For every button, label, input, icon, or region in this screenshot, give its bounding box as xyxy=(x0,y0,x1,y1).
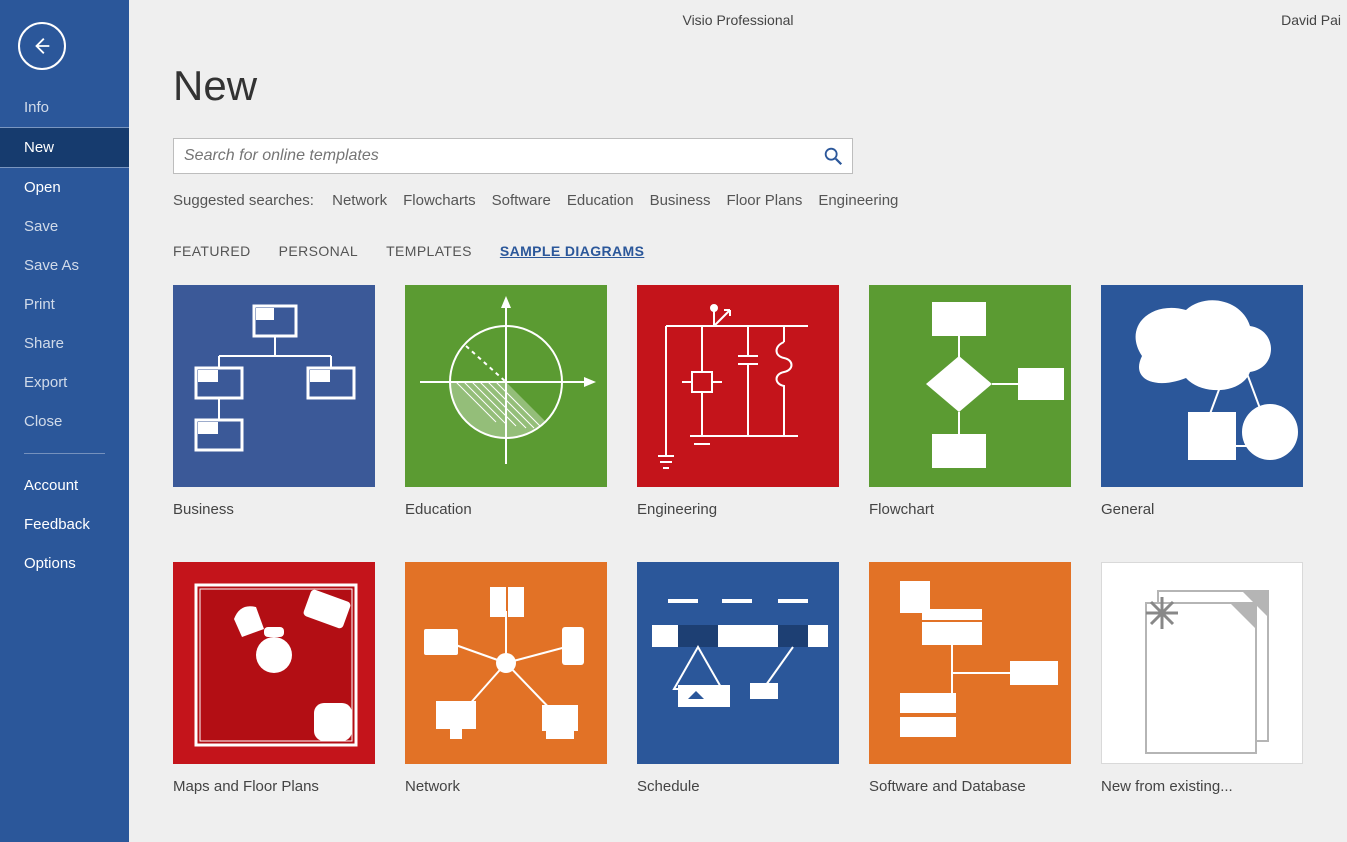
sidebar-item-save-as[interactable]: Save As xyxy=(0,246,129,285)
sidebar-item-account[interactable]: Account xyxy=(0,466,129,505)
template-general[interactable]: General xyxy=(1101,285,1303,518)
main-area: Visio Professional David Pai New Suggest… xyxy=(129,0,1347,842)
search-box[interactable] xyxy=(173,138,853,174)
search-icon[interactable] xyxy=(820,143,846,169)
search-row xyxy=(173,138,1303,174)
schedule-icon xyxy=(638,563,838,763)
template-engineering[interactable]: Engineering xyxy=(637,285,839,518)
network-icon xyxy=(406,563,606,763)
floorplan-icon xyxy=(174,563,374,763)
tab-templates[interactable]: TEMPLATES xyxy=(386,243,472,259)
template-label: Network xyxy=(405,778,607,795)
sidebar-item-save[interactable]: Save xyxy=(0,207,129,246)
suggest-engineering[interactable]: Engineering xyxy=(818,192,898,209)
search-input[interactable] xyxy=(174,147,820,165)
template-label: Software and Database xyxy=(869,778,1071,795)
template-new-from-existing-[interactable]: New from existing... xyxy=(1101,562,1303,795)
template-label: New from existing... xyxy=(1101,778,1303,795)
template-thumb xyxy=(869,562,1071,764)
template-label: Maps and Floor Plans xyxy=(173,778,375,795)
flowchart-icon xyxy=(870,286,1070,486)
template-grid: Business Education Engineering Flowchart Gen… xyxy=(173,285,1303,795)
template-label: Flowchart xyxy=(869,501,1071,518)
sidebar-item-share[interactable]: Share xyxy=(0,324,129,363)
suggest-flowcharts[interactable]: Flowcharts xyxy=(403,192,476,209)
content: New Suggested searches: Network Flowchart… xyxy=(129,30,1347,795)
sidebar-item-feedback[interactable]: Feedback xyxy=(0,505,129,544)
template-label: Engineering xyxy=(637,501,839,518)
sidebar-item-export[interactable]: Export xyxy=(0,363,129,402)
template-label: Education xyxy=(405,501,607,518)
template-thumb xyxy=(1101,285,1303,487)
pie-axes-icon xyxy=(406,286,606,486)
template-thumb xyxy=(405,562,607,764)
suggest-network[interactable]: Network xyxy=(332,192,387,209)
back-arrow-icon xyxy=(31,35,53,57)
page-title: New xyxy=(173,62,1303,110)
app-title: Visio Professional xyxy=(682,12,793,28)
sidebar-item-info[interactable]: Info xyxy=(0,88,129,127)
tab-featured[interactable]: FEATURED xyxy=(173,243,251,259)
app-root: InfoNewOpenSaveSave AsPrintShareExportCl… xyxy=(0,0,1347,842)
backstage-sidebar: InfoNewOpenSaveSave AsPrintShareExportCl… xyxy=(0,0,129,842)
template-thumb xyxy=(405,285,607,487)
sidebar-item-print[interactable]: Print xyxy=(0,285,129,324)
suggest-row: Suggested searches: Network Flowcharts Sof… xyxy=(173,192,1303,209)
template-thumb xyxy=(173,285,375,487)
suggest-business[interactable]: Business xyxy=(650,192,711,209)
template-thumb xyxy=(637,562,839,764)
circuit-icon xyxy=(638,286,838,486)
database-icon xyxy=(870,563,1070,763)
suggest-floor-plans[interactable]: Floor Plans xyxy=(726,192,802,209)
template-thumb xyxy=(173,562,375,764)
back-button[interactable] xyxy=(18,22,66,70)
template-network[interactable]: Network xyxy=(405,562,607,795)
tab-sample-diagrams[interactable]: SAMPLE DIAGRAMS xyxy=(500,243,644,259)
template-schedule[interactable]: Schedule xyxy=(637,562,839,795)
template-flowchart[interactable]: Flowchart xyxy=(869,285,1071,518)
new-existing-icon xyxy=(1102,563,1302,763)
titlebar: Visio Professional David Pai xyxy=(129,0,1347,30)
template-thumb xyxy=(1101,562,1303,764)
sidebar-item-close[interactable]: Close xyxy=(0,402,129,441)
template-business[interactable]: Business xyxy=(173,285,375,518)
template-label: Schedule xyxy=(637,778,839,795)
sidebar-separator xyxy=(24,453,105,454)
template-education[interactable]: Education xyxy=(405,285,607,518)
template-label: Business xyxy=(173,501,375,518)
template-thumb xyxy=(637,285,839,487)
sidebar-item-open[interactable]: Open xyxy=(0,168,129,207)
template-software-and-database[interactable]: Software and Database xyxy=(869,562,1071,795)
template-thumb xyxy=(869,285,1071,487)
suggest-label: Suggested searches: xyxy=(173,192,314,209)
suggest-software[interactable]: Software xyxy=(492,192,551,209)
user-name[interactable]: David Pai xyxy=(1281,12,1341,28)
template-category-tabs: FEATURED PERSONAL TEMPLATES SAMPLE DIAGRAMS xyxy=(173,243,1303,259)
sidebar-item-new[interactable]: New xyxy=(0,127,129,168)
template-label: General xyxy=(1101,501,1303,518)
sidebar-item-options[interactable]: Options xyxy=(0,544,129,583)
shapes-icon xyxy=(1102,286,1302,486)
org-chart-icon xyxy=(174,286,374,486)
suggest-education[interactable]: Education xyxy=(567,192,634,209)
tab-personal[interactable]: PERSONAL xyxy=(279,243,358,259)
template-maps-and-floor-plans[interactable]: Maps and Floor Plans xyxy=(173,562,375,795)
